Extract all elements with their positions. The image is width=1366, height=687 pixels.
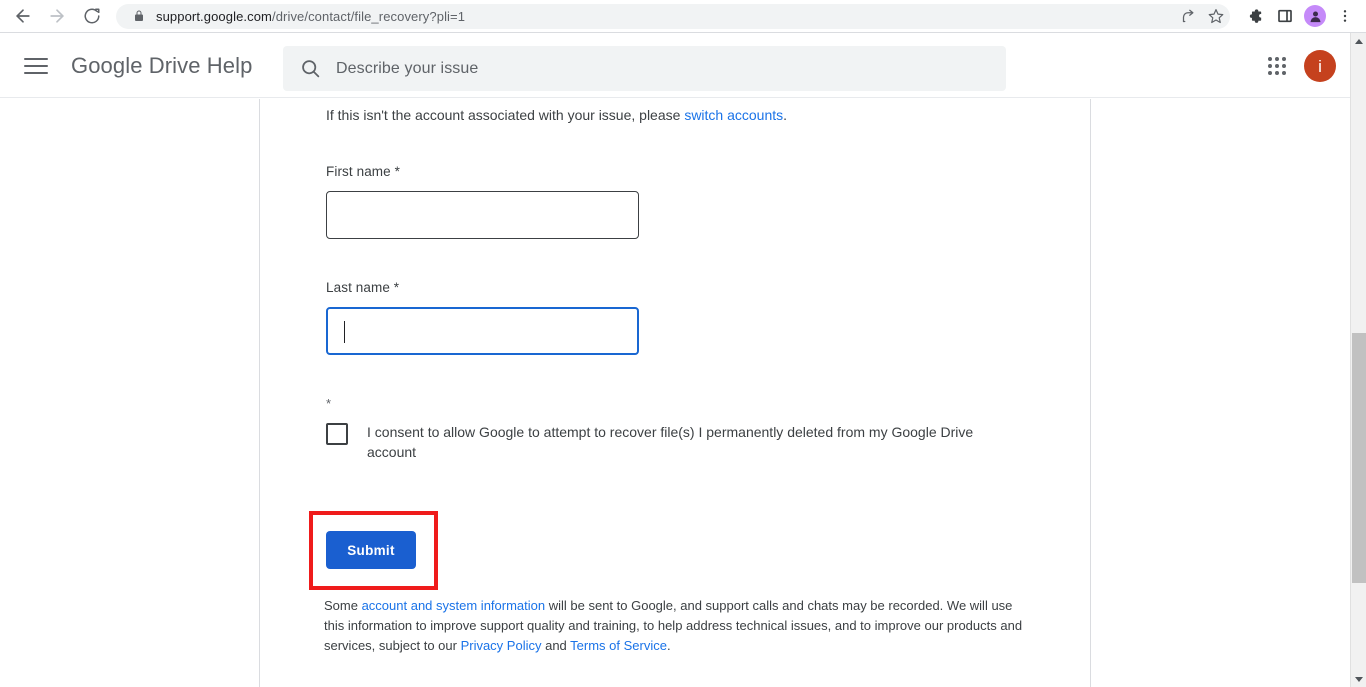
privacy-policy-link[interactable]: Privacy Policy [461,638,542,653]
content-column: You are currently signed in to your acco… [259,99,1091,687]
account-notice-suffix: . [783,107,788,123]
hamburger-menu-icon[interactable] [24,54,48,78]
last-name-input[interactable] [326,307,639,355]
consent-label: I consent to allow Google to attempt to … [367,424,974,460]
legal-disclaimer: Some account and system information will… [324,596,1024,656]
url-text: support.google.com/drive/contact/file_re… [156,9,465,24]
submit-button[interactable]: Submit [326,531,416,569]
scroll-up-arrow[interactable] [1351,33,1366,49]
search-input[interactable]: Describe your issue [283,46,1006,91]
browser-toolbar-actions [1240,2,1360,30]
legal-part-1: Some [324,598,362,613]
address-bar[interactable]: support.google.com/drive/contact/file_re… [116,3,1230,29]
text-caret [344,321,345,343]
page-header: Google Drive Help Describe your issue i [0,34,1350,98]
avatar[interactable]: i [1304,50,1336,82]
browser-toolbar: support.google.com/drive/contact/file_re… [0,0,1366,33]
back-arrow-icon[interactable] [9,2,37,30]
scroll-down-arrow[interactable] [1351,671,1366,687]
first-name-input[interactable] [326,191,639,239]
legal-part-3: and [541,638,571,653]
three-dot-menu-icon[interactable] [1330,2,1360,30]
side-panel-icon[interactable] [1270,2,1300,30]
account-system-information-link[interactable]: account and system information [362,598,546,613]
puzzle-piece-icon[interactable] [1240,2,1270,30]
browser-profile-avatar[interactable] [1304,5,1326,27]
consent-row[interactable]: I consent to allow Google to attempt to … [326,422,992,462]
search-placeholder: Describe your issue [336,59,479,77]
first-name-label: First name * [326,164,400,179]
switch-accounts-link[interactable]: switch accounts [684,107,783,123]
lock-icon [133,9,147,23]
terms-of-service-link[interactable]: Terms of Service [570,638,667,653]
page-title: Google Drive Help [71,52,253,78]
legal-part-4: . [666,638,671,653]
consent-required-marker: * [326,396,332,411]
avatar-initial: i [1318,56,1322,76]
star-icon[interactable] [1207,8,1224,25]
header-actions: i [1265,34,1336,98]
share-icon[interactable] [1180,8,1197,25]
google-apps-grid-icon[interactable] [1265,54,1289,78]
scrollbar-thumb[interactable] [1352,333,1366,583]
account-notice: If this isn't the account associated wit… [326,105,787,125]
reload-icon[interactable] [78,2,106,30]
url-path: /drive/contact/file_recovery?pli=1 [271,8,466,24]
consent-checkbox[interactable] [326,423,348,445]
account-notice-prefix: If this isn't the account associated wit… [326,107,685,123]
forward-arrow-icon[interactable] [43,2,71,30]
last-name-label: Last name * [326,280,400,295]
vertical-scrollbar[interactable] [1350,33,1366,687]
url-domain: support.google.com [156,8,272,24]
omnibox-actions [1180,4,1224,29]
search-icon [300,58,321,79]
